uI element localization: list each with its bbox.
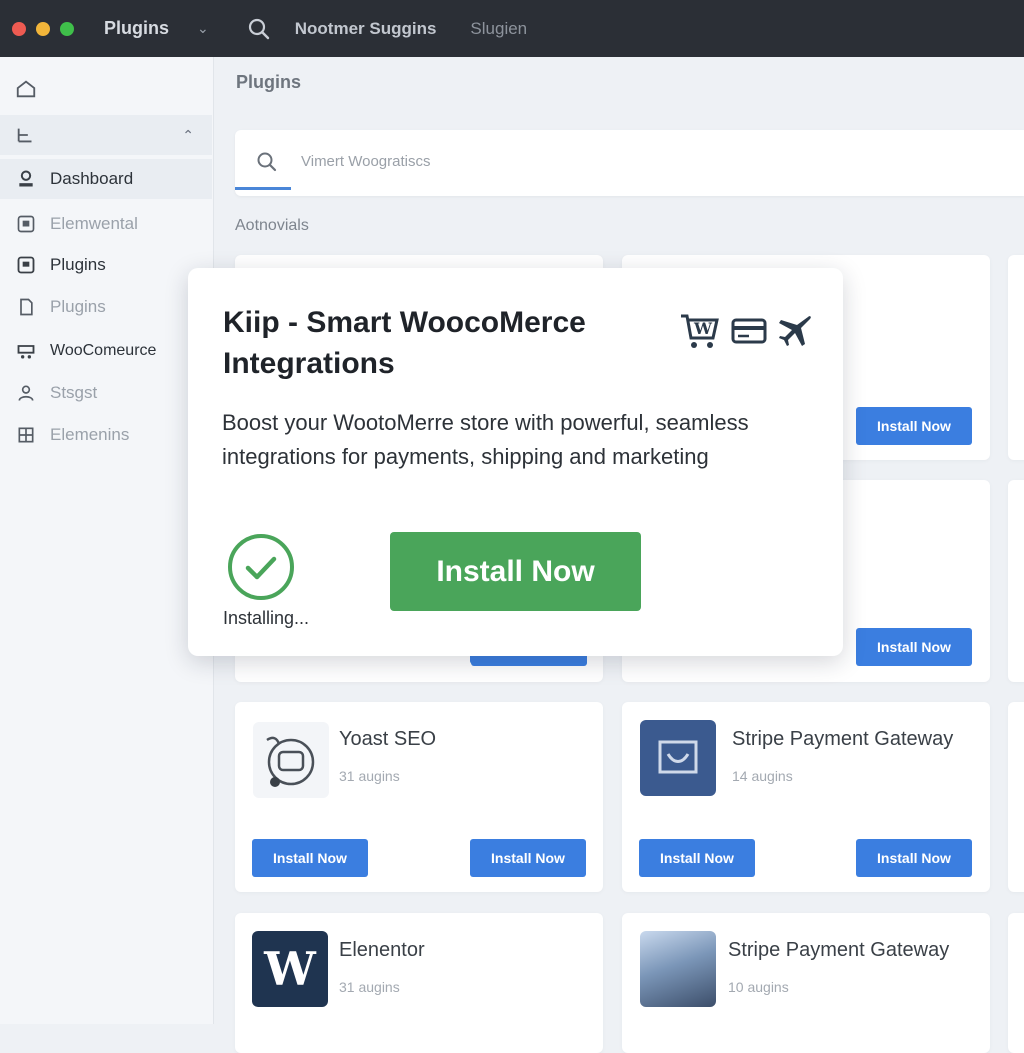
search-icon (257, 152, 277, 172)
home-icon (14, 77, 38, 101)
sidebar-item-label: WooComeurce (50, 342, 157, 359)
plugin-photo-icon (640, 931, 716, 1007)
plugin-meta: 31 augins (339, 979, 400, 995)
element-icon (14, 212, 38, 236)
plugin-install-modal: Kiip - Smart WoocoMerce Integrations W B… (188, 268, 843, 656)
sidebar-item-plugins-2[interactable]: Plugins (0, 287, 212, 327)
minimize-window-button[interactable] (36, 21, 50, 36)
plugin-card-yoast: Yoast SEO 31 augins Install Now Install … (235, 702, 603, 892)
sidebar-item-label: Dashboard (50, 169, 134, 188)
plugin-card-partial (1008, 480, 1024, 682)
sidebar-item-home[interactable] (0, 69, 212, 109)
grid-icon (14, 423, 38, 447)
credit-card-icon (731, 318, 767, 344)
sidebar-item-menu[interactable]: ⌃ (0, 115, 212, 155)
dashboard-icon (14, 167, 38, 191)
plugin-meta: 14 augins (732, 768, 793, 784)
plugin-card-stripe: Stripe Payment Gateway 14 augins Install… (622, 702, 990, 892)
install-now-button[interactable]: Install Now (639, 839, 755, 877)
sidebar-item-users[interactable]: Stsgst (0, 373, 212, 413)
sidebar-item-label: Stsgst (50, 383, 98, 402)
plugin-name: Yoast SEO (339, 728, 437, 750)
install-now-button[interactable]: Install Now (856, 407, 972, 445)
plugin-search-bar[interactable]: Vimert Woogratiscs (235, 130, 1024, 196)
plugin-card-partial (1008, 255, 1024, 460)
check-circle-icon (226, 532, 296, 602)
section-label: Aotnovials (235, 217, 309, 234)
modal-title: Kiip - Smart WoocoMerce Integrations (223, 306, 586, 380)
sidebar-item-label: Plugins (50, 297, 106, 316)
plugin-icon (14, 253, 38, 277)
maximize-window-button[interactable] (60, 21, 74, 36)
titlebar-tab-2[interactable]: Slugien (470, 19, 527, 39)
sidebar-item-label: Plugins (50, 255, 106, 274)
install-status-text: Installing... (223, 608, 310, 628)
sidebar-item-plugins[interactable]: Plugins (0, 245, 212, 285)
airplane-icon (779, 316, 811, 346)
sidebar-item-woocommerce[interactable]: WooComeurce (0, 331, 212, 371)
plugin-name: Stripe Payment Gateway (728, 939, 950, 961)
menu-icon (14, 123, 38, 147)
modal-description: Boost your WootoMerre store with powerfu… (222, 410, 749, 469)
sidebar-item-elemwental[interactable]: Elemwental (0, 204, 212, 244)
page-title: Plugins (236, 72, 302, 92)
search-icon[interactable] (247, 17, 271, 41)
search-focus-underline (235, 187, 291, 190)
chevron-down-icon[interactable]: ⌄ (197, 20, 209, 37)
yoast-logo-icon (253, 722, 329, 798)
sidebar-item-elements[interactable]: Elemenins (0, 415, 212, 455)
titlebar-tab-1[interactable]: Nootmer Suggins (295, 19, 437, 39)
install-now-button[interactable]: Install Now (252, 839, 368, 877)
install-now-button[interactable]: Install Now (470, 839, 586, 877)
plugin-card-elementor: W Elenentor 31 augins (235, 913, 603, 1053)
close-window-button[interactable] (12, 21, 26, 36)
plugin-card-stripe-2: Stripe Payment Gateway 10 augins (622, 913, 990, 1053)
users-icon (14, 381, 38, 405)
modal-feature-icons: W (679, 310, 813, 352)
search-input[interactable]: Vimert Woogratiscs (301, 153, 431, 170)
install-now-button[interactable]: Install Now (856, 628, 972, 666)
plugin-card-partial (1008, 702, 1024, 892)
woocommerce-cart-icon: W (681, 314, 719, 348)
plugin-name: Elenentor (339, 939, 425, 961)
sidebar-item-dashboard[interactable]: Dashboard (0, 159, 212, 199)
window-controls (12, 21, 74, 36)
woocommerce-icon (14, 339, 38, 363)
plugin-card-partial (1008, 913, 1024, 1053)
install-now-button[interactable]: Install Now (856, 839, 972, 877)
wordpress-logo-icon: W (252, 931, 328, 1007)
stripe-logo-icon (640, 720, 716, 796)
chevron-up-icon[interactable]: ⌃ (182, 127, 194, 144)
plugin-name: Stripe Payment Gateway (732, 728, 954, 750)
sidebar-item-label: Elemwental (50, 214, 138, 233)
plugin-meta: 10 augins (728, 979, 789, 995)
window-titlebar: Plugins ⌄ Nootmer Suggins Slugien (0, 0, 1024, 57)
plugin-outline-icon (14, 295, 38, 319)
svg-text:W: W (693, 319, 713, 338)
install-now-primary-button[interactable]: Install Now (390, 532, 641, 611)
sidebar: ⌃ Dashboard Elemwental Plugins Plugins W… (0, 57, 214, 1024)
plugin-meta: 31 augins (339, 768, 400, 784)
app-title: Plugins (104, 18, 170, 38)
sidebar-item-label: Elemenins (50, 425, 130, 444)
